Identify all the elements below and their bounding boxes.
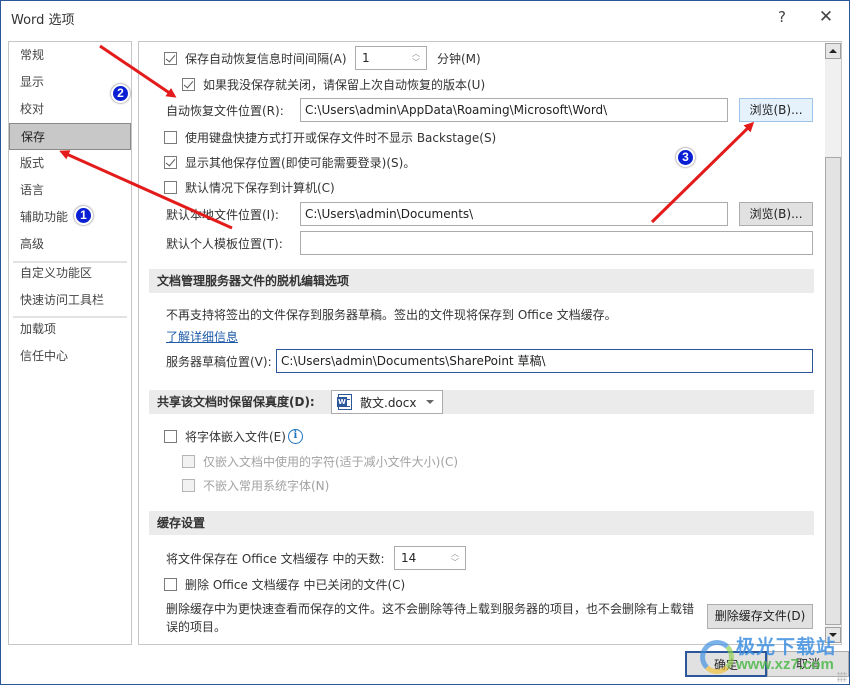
autorecover-location-label: 自动恢复文件位置(R):	[166, 103, 284, 118]
cache-days-label-row: 将文件保存在 Office 文档缓存 中的天数:	[166, 550, 385, 566]
info-icon[interactable]: i	[287, 428, 303, 444]
embed-used-chars-row: 仅嵌入文档中使用的字符(适于减小文件大小)(C)	[182, 453, 458, 469]
annotation-badge-1: 1	[74, 206, 93, 225]
delete-closed-files-checkbox[interactable]	[164, 577, 177, 591]
resize-grip-icon[interactable]	[837, 672, 847, 682]
help-button[interactable]: ?	[767, 5, 797, 29]
options-nav: 常规 显示 校对 保存 版式 语言 辅助功能 高级 自定义功能区 快速访问工具栏…	[8, 41, 132, 645]
learn-more-link[interactable]: 了解详细信息	[166, 328, 238, 345]
cache-description-line1: 删除缓存中为更快速查看而保存的文件。这不会删除等待上载到服务器的项目，也不会删除…	[166, 600, 694, 616]
default-local-browse-button[interactable]: 浏览(B)...	[739, 202, 813, 226]
scroll-up-arrow-icon[interactable]	[825, 43, 841, 59]
embed-fonts-label: 将字体嵌入文件(E)	[185, 429, 286, 444]
fidelity-document-dropdown[interactable]: 散文.docx	[331, 390, 443, 414]
default-template-location-label: 默认个人模板位置(T):	[166, 236, 283, 251]
no-backstage-row: 使用键盘快捷方式打开或保存文件时不显示 Backstage(S)	[164, 129, 496, 145]
learn-more-row: 了解详细信息	[166, 328, 238, 344]
show-other-locations-row: 显示其他保存位置(即使可能需要登录)(S)。	[164, 154, 415, 170]
autorecover-interval-row: 保存自动恢复信息时间间隔(A)	[164, 50, 347, 66]
no-common-fonts-row: 不嵌入常用系统字体(N)	[182, 477, 329, 493]
offline-notice: 不再支持将签出的文件保存到服务器草稿。签出的文件现将保存到 Office 文档缓…	[166, 306, 617, 322]
embed-fonts-checkbox[interactable]	[164, 429, 177, 443]
autorecover-minutes-value: 1	[362, 51, 370, 65]
offline-editing-section-header: 文档管理服务器文件的脱机编辑选项	[149, 269, 814, 293]
embed-used-chars-checkbox[interactable]	[182, 454, 195, 468]
drafts-location-label-row: 服务器草稿位置(V):	[166, 353, 272, 369]
nav-item-trust-center[interactable]: 信任中心	[9, 343, 131, 370]
autorecover-location-label-row: 自动恢复文件位置(R):	[166, 102, 284, 118]
show-other-locations-checkbox[interactable]	[164, 155, 177, 169]
title-bar: Word 选项 ? ✕	[1, 1, 849, 35]
delete-cache-files-button[interactable]: 删除缓存文件(D)	[707, 604, 813, 629]
autorecover-browse-button[interactable]: 浏览(B)...	[739, 98, 813, 122]
default-local-location-label-row: 默认本地文件位置(I):	[166, 206, 279, 222]
save-settings-panel: 保存自动恢复信息时间间隔(A) 1 ︿ ﹀ 分钟(M) 如果我没保存就关闭，请保留…	[138, 41, 842, 645]
autorecover-location-input[interactable]: C:\Users\admin\AppData\Roaming\Microsoft…	[300, 98, 728, 122]
cache-description-text-1: 删除缓存中为更快速查看而保存的文件。这不会删除等待上载到服务器的项目，也不会删除…	[166, 601, 695, 616]
drafts-location-label: 服务器草稿位置(V):	[166, 354, 272, 369]
spinner-arrows-icon[interactable]: ︿ ﹀	[451, 549, 459, 567]
nav-item-layout[interactable]: 版式	[9, 150, 131, 177]
nav-item-quick-access-toolbar[interactable]: 快速访问工具栏	[9, 287, 131, 314]
autorecover-interval-checkbox[interactable]	[164, 51, 177, 65]
no-backstage-label: 使用键盘快捷方式打开或保存文件时不显示 Backstage(S)	[185, 130, 497, 145]
cache-days-spinner[interactable]: 14 ︿ ﹀	[394, 546, 466, 570]
close-button[interactable]: ✕	[811, 5, 841, 29]
cache-days-value: 14	[401, 551, 417, 565]
default-template-location-input[interactable]	[300, 231, 813, 255]
nav-item-save[interactable]: 保存	[9, 123, 131, 150]
save-to-computer-label: 默认情况下保存到计算机(C)	[185, 180, 335, 195]
default-template-location-label-row: 默认个人模板位置(T):	[166, 235, 283, 251]
no-backstage-checkbox[interactable]	[164, 130, 177, 144]
delete-closed-files-row: 删除 Office 文档缓存 中已关闭的文件(C)	[164, 576, 405, 592]
keep-last-version-label: 如果我没保存就关闭，请保留上次自动恢复的版本(U)	[203, 77, 486, 92]
default-local-location-label: 默认本地文件位置(I):	[166, 207, 279, 222]
embed-fonts-row: 将字体嵌入文件(E) i	[164, 427, 303, 445]
scroll-down-arrow-icon[interactable]	[825, 627, 841, 643]
no-common-fonts-checkbox[interactable]	[182, 478, 195, 492]
keep-last-version-row: 如果我没保存就关闭，请保留上次自动恢复的版本(U)	[182, 76, 485, 92]
minutes-unit-label: 分钟(M)	[437, 51, 481, 66]
dialog-title: Word 选项	[11, 13, 75, 28]
cache-description-text-2: 误的项目。	[166, 619, 227, 634]
nav-item-accessibility[interactable]: 辅助功能	[9, 204, 131, 231]
autorecover-minutes-spinner[interactable]: 1 ︿ ﹀	[355, 46, 427, 70]
cache-days-label: 将文件保存在 Office 文档缓存 中的天数:	[166, 551, 385, 566]
word-options-dialog: Word 选项 ? ✕ 常规 显示 校对 保存 版式 语言 辅助功能 高级 自定…	[0, 0, 850, 685]
scroll-thumb[interactable]	[825, 157, 841, 625]
nav-item-advanced[interactable]: 高级	[9, 231, 131, 258]
drafts-location-input[interactable]: C:\Users\admin\Documents\SharePoint 草稿\	[276, 349, 813, 373]
ok-button[interactable]: 确定	[685, 651, 767, 677]
delete-closed-files-label: 删除 Office 文档缓存 中已关闭的文件(C)	[185, 577, 406, 592]
spinner-arrows-icon[interactable]: ︿ ﹀	[412, 49, 420, 67]
fidelity-document-name: 散文.docx	[360, 395, 417, 410]
cache-description-line2: 误的项目。	[166, 618, 226, 634]
dropdown-arrow-icon	[426, 400, 434, 404]
content-scrollbar[interactable]	[825, 43, 841, 643]
offline-notice-text: 不再支持将签出的文件保存到服务器草稿。签出的文件现将保存到 Office 文档缓…	[166, 307, 617, 322]
nav-item-customize-ribbon[interactable]: 自定义功能区	[9, 260, 131, 287]
annotation-badge-2: 2	[111, 84, 130, 103]
no-common-fonts-label: 不嵌入常用系统字体(N)	[203, 478, 330, 493]
fidelity-section-header: 共享该文档时保留保真度(D):	[149, 390, 814, 414]
autorecover-interval-label: 保存自动恢复信息时间间隔(A)	[185, 51, 347, 66]
nav-item-language[interactable]: 语言	[9, 177, 131, 204]
save-to-computer-row: 默认情况下保存到计算机(C)	[164, 179, 335, 195]
cache-section-header: 缓存设置	[149, 511, 814, 535]
show-other-locations-label: 显示其他保存位置(即使可能需要登录)(S)。	[185, 155, 416, 170]
word-document-icon	[337, 394, 352, 410]
annotation-badge-3: 3	[676, 148, 695, 167]
minutes-unit: 分钟(M)	[437, 50, 481, 66]
save-to-computer-checkbox[interactable]	[164, 180, 177, 194]
nav-item-general[interactable]: 常规	[9, 42, 131, 69]
fidelity-section-label: 共享该文档时保留保真度(D):	[157, 395, 315, 409]
nav-item-add-ins[interactable]: 加载项	[9, 316, 131, 343]
default-local-location-input[interactable]: C:\Users\admin\Documents\	[300, 202, 728, 226]
embed-used-chars-label: 仅嵌入文档中使用的字符(适于减小文件大小)(C)	[203, 454, 459, 469]
keep-last-version-checkbox[interactable]	[182, 77, 195, 91]
